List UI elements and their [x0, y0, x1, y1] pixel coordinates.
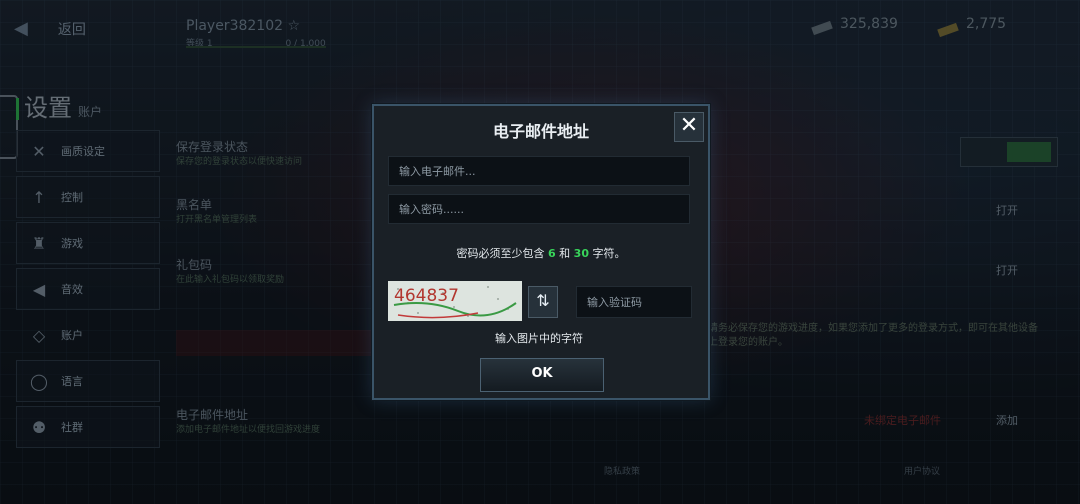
email-dialog: 电子邮件地址 ✕ 密码必须至少包含 6 和 30 字符。 464837 ⇅ 输入… — [372, 104, 710, 400]
pw-max: 30 — [573, 247, 589, 260]
close-icon: ✕ — [679, 113, 699, 138]
dialog-title: 电子邮件地址 — [492, 122, 589, 141]
email-input[interactable] — [388, 156, 690, 186]
pw-note-prefix: 密码必须至少包含 — [456, 247, 549, 260]
ok-button[interactable]: OK — [480, 358, 604, 392]
password-requirement: 密码必须至少包含 6 和 30 字符。 — [374, 245, 708, 261]
refresh-icon: ⇅ — [536, 291, 550, 310]
refresh-captcha-button[interactable]: ⇅ — [528, 286, 558, 318]
captcha-noise: 464837 — [388, 281, 522, 321]
close-button[interactable]: ✕ — [674, 112, 704, 142]
pw-and: 和 — [555, 247, 574, 260]
captcha-input[interactable] — [576, 286, 692, 318]
pw-note-suffix: 字符。 — [588, 247, 626, 260]
captcha-hint: 输入图片中的字符 — [495, 332, 583, 345]
captcha-image: 464837 — [388, 281, 522, 321]
captcha-text: 464837 — [394, 286, 459, 306]
pw-min: 6 — [548, 247, 556, 260]
password-input[interactable] — [388, 194, 690, 224]
